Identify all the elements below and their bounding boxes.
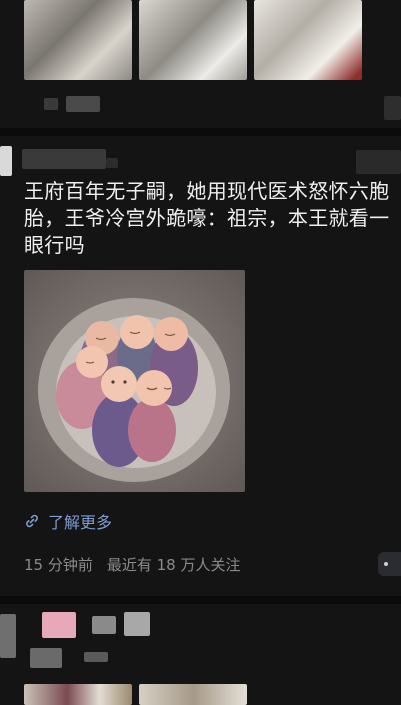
- avatar[interactable]: [0, 146, 12, 176]
- blurred-meta-next-1: [30, 648, 62, 668]
- learn-more-label: 了解更多: [48, 513, 113, 532]
- post-image[interactable]: [24, 270, 245, 492]
- blurred-meta-3: [384, 96, 401, 120]
- blurred-thumb-next-2[interactable]: [139, 684, 247, 705]
- blurred-meta-next-2: [84, 652, 108, 662]
- post-meta: 15 分钟前 最近有 18 万人关注: [24, 554, 240, 575]
- blurred-name-next-2: [92, 616, 116, 634]
- link-icon: [26, 514, 38, 528]
- more-options-button[interactable]: [378, 552, 401, 576]
- blurred-meta-1: [44, 98, 58, 110]
- post-followers: 最近有 18 万人关注: [106, 556, 241, 574]
- blurred-avatar-next[interactable]: [0, 614, 16, 658]
- feed-divider-top: [0, 128, 401, 136]
- feed-divider-bottom: [0, 596, 401, 604]
- learn-more-link[interactable]: 了解更多: [24, 508, 112, 534]
- blurred-author-name[interactable]: [22, 149, 106, 169]
- blurred-name-next-3: [124, 612, 150, 636]
- post-title[interactable]: 王府百年无子嗣，她用现代医术怒怀六胞胎，王爷冷宫外跪嚎：祖宗，本王就看一眼行吗: [24, 178, 401, 259]
- blurred-author-name-2: [106, 158, 118, 168]
- blurred-name-next-1: [42, 612, 76, 638]
- blurred-header-right: [356, 150, 401, 174]
- post-time: 15 分钟前: [24, 556, 93, 574]
- blurred-thumbnail-3[interactable]: [254, 0, 362, 80]
- newborn-sextuplets-image: [38, 298, 230, 482]
- blurred-meta-2: [66, 96, 100, 112]
- blurred-thumbnail-2[interactable]: [139, 0, 247, 80]
- more-options-icon: [384, 562, 388, 566]
- blurred-thumb-next-1[interactable]: [24, 684, 132, 705]
- blurred-thumbnail-1[interactable]: [24, 0, 132, 80]
